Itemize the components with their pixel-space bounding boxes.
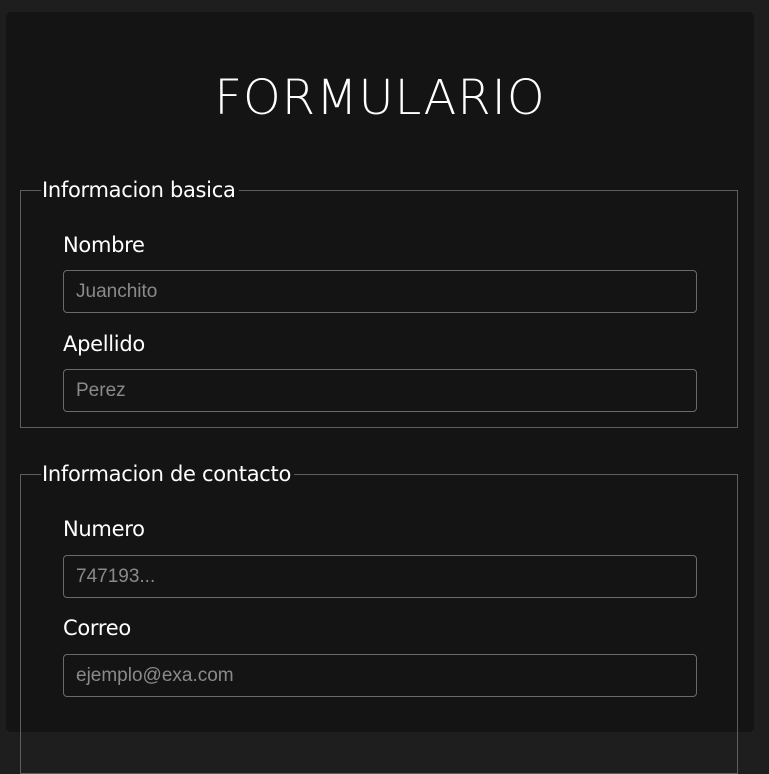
section-basic-info-legend: Informacion basica [41, 178, 239, 202]
apellido-label: Apellido [63, 332, 145, 356]
correo-input[interactable] [63, 654, 697, 697]
section-contact-info-legend: Informacion de contacto [41, 462, 295, 486]
section-basic-info: Informacion basica Nombre Apellido [20, 178, 738, 428]
nombre-input[interactable] [63, 270, 697, 313]
nombre-label: Nombre [63, 233, 145, 257]
correo-label: Correo [63, 616, 131, 640]
section-contact-info: Informacion de contacto Numero Correo [20, 462, 738, 774]
numero-input[interactable] [63, 555, 697, 598]
numero-label: Numero [63, 517, 145, 541]
form-title: FORMULARIO [214, 70, 546, 126]
form-card: FORMULARIO Informacion basica Nombre Ape… [6, 12, 754, 774]
apellido-input[interactable] [63, 369, 697, 412]
